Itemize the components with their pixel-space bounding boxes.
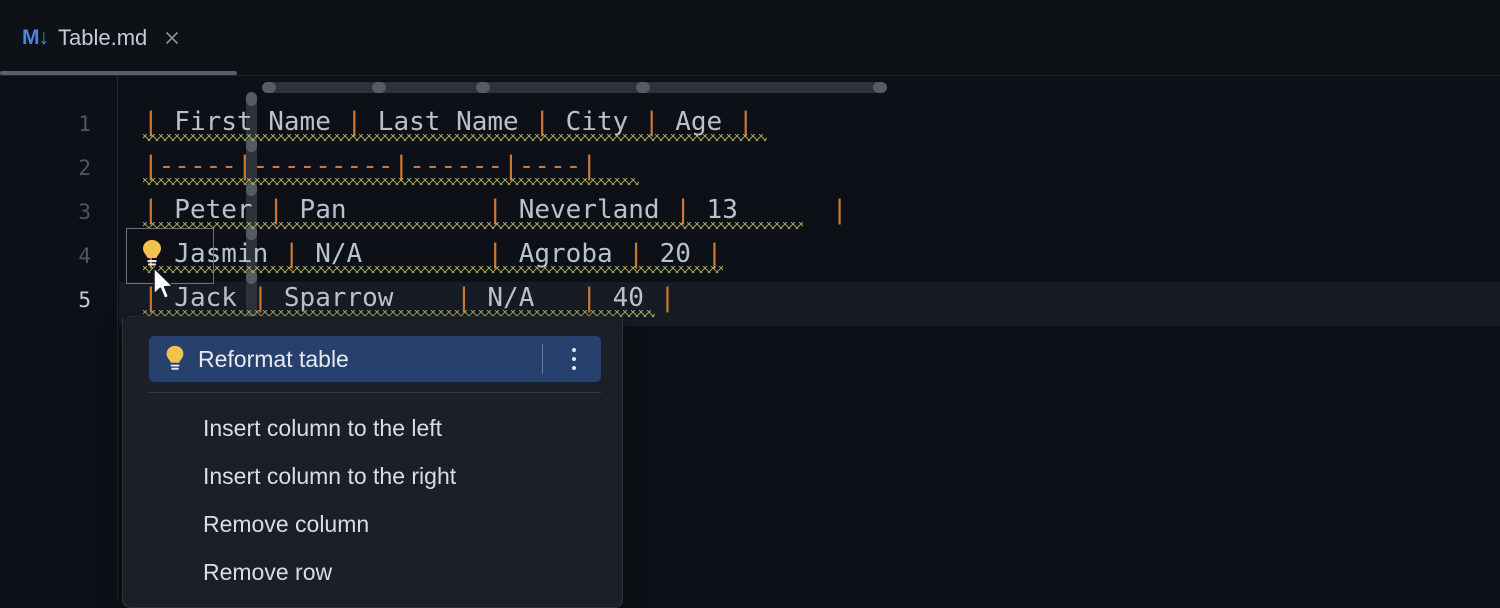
code-token: | xyxy=(643,107,660,137)
code-token: 40 xyxy=(596,283,660,313)
intention-bulb-icon[interactable] xyxy=(141,239,163,269)
menu-item-insert-column-left[interactable]: Insert column to the left xyxy=(123,404,622,452)
code-token: | xyxy=(503,151,519,181)
code-token: ------ xyxy=(409,151,504,181)
menu-item-reformat-table[interactable]: Reformat table xyxy=(149,336,601,382)
column-resize-handle[interactable] xyxy=(262,82,276,93)
code-token: | xyxy=(268,195,284,225)
code-token: ---- xyxy=(518,151,582,181)
code-token: 20 xyxy=(643,239,707,269)
code-token: | xyxy=(737,107,754,137)
markdown-file-icon: M↓ xyxy=(22,26,49,49)
menu-divider xyxy=(542,344,543,374)
line-number-3: 3 xyxy=(78,200,91,224)
code-token: | xyxy=(487,195,504,225)
editor-tab-bar: M↓ Table.md xyxy=(0,0,1500,76)
menu-item-label: Insert column to the left xyxy=(203,414,443,441)
code-token: Sparrow xyxy=(268,283,457,313)
column-resize-handle[interactable] xyxy=(476,82,490,93)
code-token: | xyxy=(831,195,848,225)
code-token: Pan xyxy=(283,195,488,225)
menu-item-remove-row[interactable]: Remove row xyxy=(123,548,622,596)
line-number-5: 5 xyxy=(78,288,91,312)
code-token: Peter xyxy=(158,195,269,225)
spellcheck-squiggle xyxy=(143,134,767,141)
code-token: | xyxy=(706,239,723,269)
code-token: N/A xyxy=(299,239,488,269)
code-token: | xyxy=(659,283,676,313)
line-number-gutter: 1 2 3 4 5 xyxy=(0,76,118,600)
intention-bulb-icon xyxy=(164,345,186,373)
tab-table-md[interactable]: M↓ Table.md xyxy=(0,0,237,75)
code-token: Agroba xyxy=(503,239,629,269)
code-token: | xyxy=(346,107,363,137)
code-token: Neverland xyxy=(503,195,676,225)
code-token: | xyxy=(534,107,550,137)
column-resize-bar[interactable] xyxy=(262,82,887,93)
menu-item-remove-column[interactable]: Remove column xyxy=(123,500,622,548)
column-resize-handle[interactable] xyxy=(372,82,386,93)
menu-item-list: Insert column to the left Insert column … xyxy=(123,404,622,596)
tab-title: Table.md xyxy=(58,24,148,50)
code-token: | xyxy=(675,195,691,225)
spellcheck-squiggle xyxy=(143,266,723,273)
code-token: ----- xyxy=(158,151,237,181)
menu-item-label: Reformat table xyxy=(198,345,349,372)
menu-separator xyxy=(149,392,601,393)
code-token: | xyxy=(393,151,410,181)
code-token: | xyxy=(581,283,597,313)
ide-window: M↓ Table.md 1 2 3 4 5 | First Name | Las… xyxy=(0,0,1500,608)
code-token: --------- xyxy=(252,151,394,181)
code-token: | xyxy=(628,239,644,269)
more-vertical-icon[interactable] xyxy=(563,344,585,374)
column-resize-handle[interactable] xyxy=(636,82,650,93)
spellcheck-squiggle xyxy=(143,222,803,229)
code-token: First Name xyxy=(158,107,347,137)
code-token: | xyxy=(487,239,504,269)
menu-item-label: Remove row xyxy=(203,558,333,585)
code-token: N/A xyxy=(471,283,582,313)
line-number-2: 2 xyxy=(78,156,91,180)
mouse-pointer-cursor xyxy=(152,267,176,303)
code-token: | xyxy=(143,195,159,225)
code-token: City xyxy=(550,107,644,137)
column-resize-handle[interactable] xyxy=(873,82,887,93)
code-token: | xyxy=(236,151,253,181)
spellcheck-squiggle xyxy=(143,178,639,185)
line-number-4: 4 xyxy=(78,244,91,268)
code-token: | xyxy=(456,283,472,313)
code-token: | xyxy=(143,151,159,181)
line-number-1: 1 xyxy=(78,112,91,136)
code-token: 13 xyxy=(690,195,832,225)
code-token: | xyxy=(252,283,269,313)
code-token: Last Name xyxy=(362,107,535,137)
code-token: | xyxy=(143,107,159,137)
intention-actions-menu[interactable]: Reformat table Insert column to the left… xyxy=(122,318,623,608)
code-token: Age xyxy=(659,107,738,137)
menu-item-label: Remove column xyxy=(203,510,370,537)
close-icon[interactable] xyxy=(163,29,181,47)
code-token: | xyxy=(581,151,597,181)
code-token: | xyxy=(283,239,300,269)
menu-item-insert-column-right[interactable]: Insert column to the right xyxy=(123,452,622,500)
menu-item-label: Insert column to the right xyxy=(203,462,457,489)
